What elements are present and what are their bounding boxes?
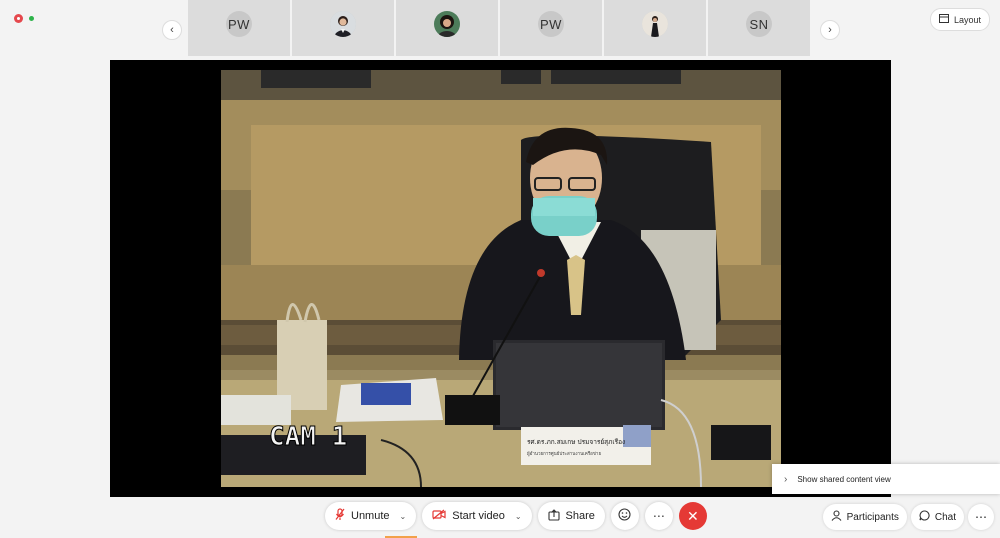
more-side-button[interactable]: ⋯ bbox=[968, 504, 994, 530]
participant-strip: PW PW SN bbox=[188, 0, 810, 56]
nameplate-line2: ผู้อำนวยการศูนย์ประสานงานเครือข่าย bbox=[527, 450, 601, 457]
layout-button[interactable]: Layout bbox=[929, 8, 990, 31]
more-options-button[interactable]: ⋯ bbox=[644, 502, 673, 530]
nameplate-line1: รศ.ดร.ภก.สมเกษ ปรมจารย์สุภเรือง bbox=[527, 438, 625, 446]
chevron-right-icon: › bbox=[784, 473, 788, 485]
participant-tile[interactable] bbox=[292, 0, 394, 56]
chevron-right-icon: › bbox=[828, 24, 832, 36]
participant-tile[interactable] bbox=[396, 0, 498, 56]
cam-label: CAM 1 bbox=[269, 422, 347, 452]
chat-icon bbox=[919, 510, 930, 524]
video-stage: รศ.ดร.ภก.สมเกษ ปรมจารย์สุภเรือง ผู้อำนวย… bbox=[110, 60, 891, 497]
mic-muted-icon bbox=[335, 508, 345, 524]
participants-label: Participants bbox=[846, 511, 899, 523]
more-icon: ⋯ bbox=[652, 509, 665, 523]
avatar bbox=[434, 11, 460, 37]
chevron-left-icon: ‹ bbox=[170, 24, 174, 36]
strip-prev-button[interactable]: ‹ bbox=[162, 20, 182, 40]
active-speaker-video: รศ.ดร.ภก.สมเกษ ปรมจารย์สุภเรือง ผู้อำนวย… bbox=[221, 70, 781, 487]
share-icon bbox=[547, 508, 560, 524]
layout-label: Layout bbox=[953, 14, 981, 25]
emoji-icon bbox=[618, 508, 631, 524]
end-call-icon: ✕ bbox=[687, 507, 699, 524]
show-shared-content-option[interactable]: › Show shared content view bbox=[772, 464, 1000, 494]
reactions-button[interactable] bbox=[610, 502, 639, 530]
share-button[interactable]: Share bbox=[537, 502, 605, 530]
avatar: SN bbox=[746, 11, 772, 37]
chevron-down-icon[interactable]: ⌄ bbox=[400, 512, 407, 521]
avatar bbox=[642, 11, 668, 37]
start-video-label: Start video bbox=[452, 510, 505, 522]
start-video-button[interactable]: Start video ⌄ bbox=[422, 502, 532, 530]
end-call-button[interactable]: ✕ bbox=[678, 502, 707, 530]
unmute-button[interactable]: Unmute ⌄ bbox=[325, 502, 417, 530]
participant-tile[interactable]: PW bbox=[188, 0, 290, 56]
strip-next-button[interactable]: › bbox=[820, 20, 840, 40]
participant-tile[interactable]: SN bbox=[708, 0, 810, 56]
connection-indicator-icon bbox=[29, 16, 34, 21]
participant-tile[interactable] bbox=[604, 0, 706, 56]
show-shared-label: Show shared content view bbox=[797, 474, 891, 484]
video-off-icon bbox=[432, 509, 446, 523]
unmute-label: Unmute bbox=[351, 510, 390, 522]
avatar: PW bbox=[538, 11, 564, 37]
avatar: PW bbox=[226, 11, 252, 37]
window-status bbox=[14, 14, 34, 23]
layout-icon bbox=[938, 14, 949, 25]
participants-icon bbox=[831, 510, 842, 524]
more-icon: ⋯ bbox=[975, 510, 987, 524]
avatar bbox=[330, 11, 356, 37]
meeting-controls: Unmute ⌄ Start video ⌄ Share ⋯ ✕ bbox=[325, 502, 707, 530]
participant-tile[interactable]: PW bbox=[500, 0, 602, 56]
side-controls: Participants Chat ⋯ bbox=[822, 504, 994, 530]
chevron-down-icon[interactable]: ⌄ bbox=[515, 512, 522, 521]
chat-button[interactable]: Chat bbox=[910, 504, 964, 530]
share-label: Share bbox=[565, 510, 595, 522]
chat-label: Chat bbox=[934, 511, 956, 523]
record-indicator-icon bbox=[14, 14, 23, 23]
participants-button[interactable]: Participants bbox=[822, 504, 907, 530]
